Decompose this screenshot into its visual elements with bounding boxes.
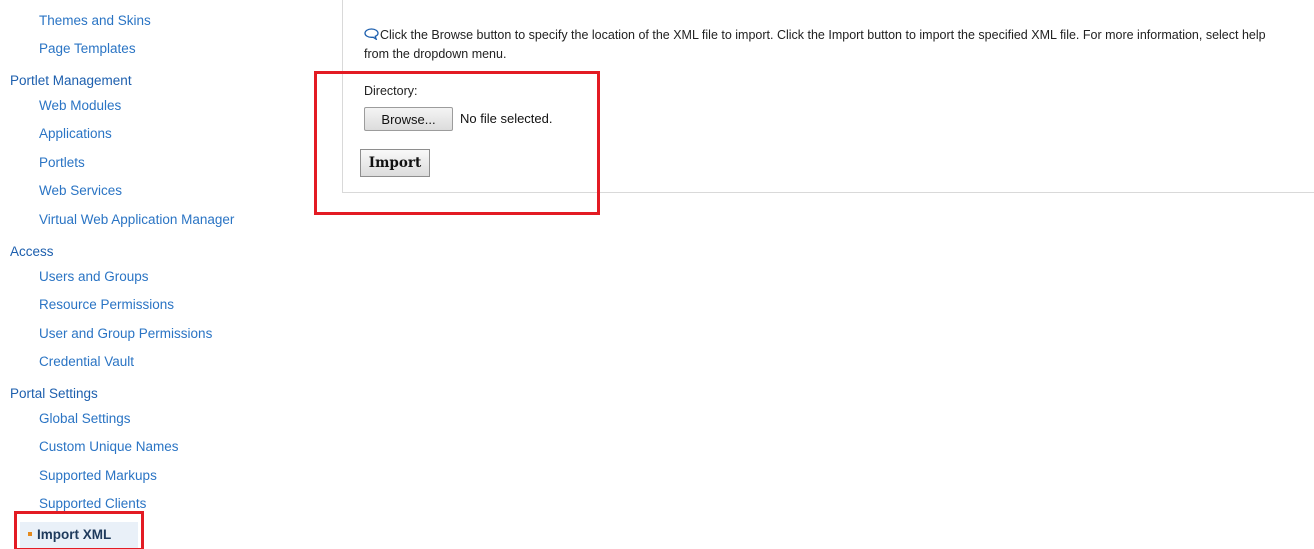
sidebar-item-import-xml-label: Import XML xyxy=(37,527,112,542)
sidebar-item-portlets[interactable]: Portlets xyxy=(39,153,85,173)
sidebar-item-user-and-group-permissions[interactable]: User and Group Permissions xyxy=(39,324,212,344)
directory-label: Directory: xyxy=(364,84,418,98)
sidebar-item-credential-vault[interactable]: Credential Vault xyxy=(39,352,134,372)
sidebar-item-custom-unique-names[interactable]: Custom Unique Names xyxy=(39,437,179,457)
sidebar-item-import-xml[interactable]: Import XML xyxy=(20,522,138,548)
import-button[interactable]: Import xyxy=(360,149,430,177)
sidebar-item-themes-and-skins[interactable]: Themes and Skins xyxy=(39,11,151,31)
help-text-content: Click the Browse button to specify the l… xyxy=(364,28,1266,61)
sidebar-section-access[interactable]: Access xyxy=(10,242,54,262)
sidebar-item-resource-permissions[interactable]: Resource Permissions xyxy=(39,295,174,315)
sidebar-item-supported-markups[interactable]: Supported Markups xyxy=(39,466,157,486)
speech-bubble-icon xyxy=(364,28,379,40)
sidebar-item-web-services[interactable]: Web Services xyxy=(39,181,122,201)
sidebar-item-global-settings[interactable]: Global Settings xyxy=(39,409,131,429)
sidebar-section-portal-settings[interactable]: Portal Settings xyxy=(10,384,98,404)
sidebar-item-supported-clients[interactable]: Supported Clients xyxy=(39,494,146,514)
sidebar-item-web-modules[interactable]: Web Modules xyxy=(39,96,121,116)
sidebar-item-page-templates[interactable]: Page Templates xyxy=(39,39,136,59)
help-instructions: Click the Browse button to specify the l… xyxy=(364,26,1284,64)
sidebar-item-applications[interactable]: Applications xyxy=(39,124,112,144)
admin-sidebar-nav: Themes and Skins Page Templates Portlet … xyxy=(0,0,300,549)
sidebar-section-portlet-management[interactable]: Portlet Management xyxy=(10,71,132,91)
file-selection-status: No file selected. xyxy=(460,111,553,126)
browse-button[interactable]: Browse... xyxy=(364,107,453,131)
portal-admin-page: Themes and Skins Page Templates Portlet … xyxy=(0,0,1314,549)
selected-bullet-icon xyxy=(28,532,32,537)
sidebar-item-users-and-groups[interactable]: Users and Groups xyxy=(39,267,149,287)
sidebar-item-virtual-web-application-manager[interactable]: Virtual Web Application Manager xyxy=(39,210,234,230)
